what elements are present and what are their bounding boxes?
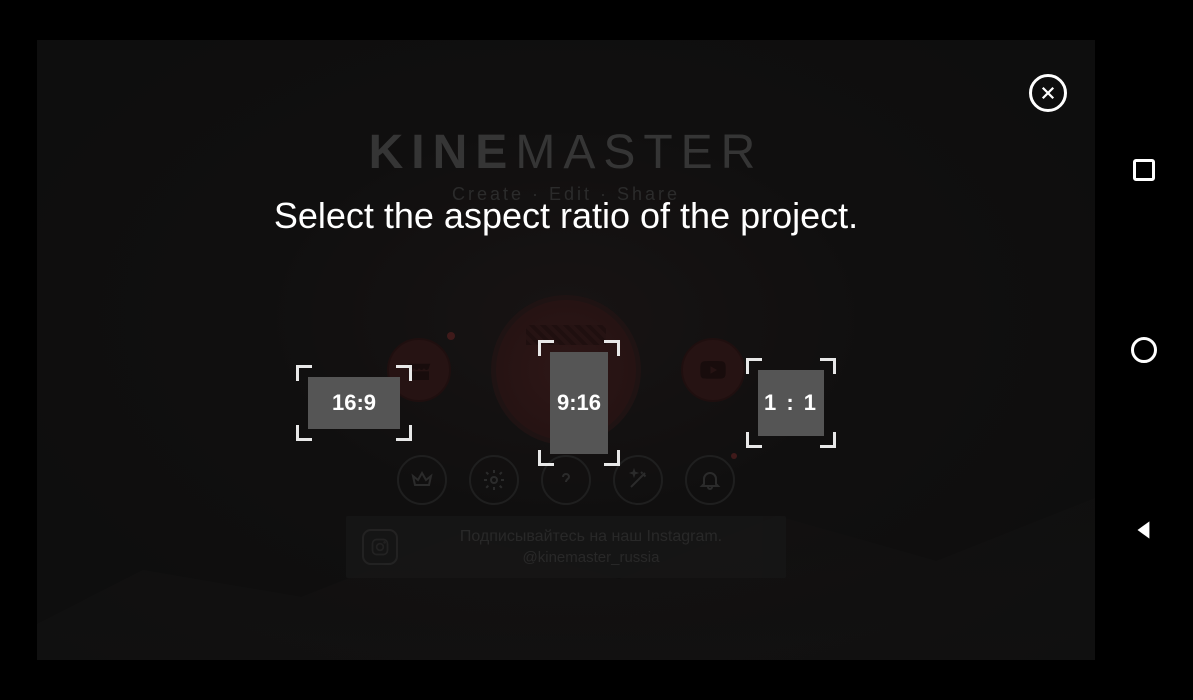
ratio-box: 9:16 <box>550 352 608 454</box>
ratio-box: 1 : 1 <box>758 370 824 436</box>
aspect-ratio-options: 16:9 9:16 1 : 1 <box>37 352 1095 454</box>
ratio-label: 9:16 <box>557 390 601 416</box>
nav-back[interactable] <box>1130 516 1158 544</box>
circle-icon <box>1131 337 1157 363</box>
aspect-ratio-16-9[interactable]: 16:9 <box>308 377 400 429</box>
nav-home[interactable] <box>1130 336 1158 364</box>
device-frame: KINEMASTER Create · Edit · Share + <box>0 0 1193 700</box>
ratio-label: 16:9 <box>332 390 376 416</box>
square-icon <box>1133 159 1155 181</box>
modal-overlay: Select the aspect ratio of the project. … <box>37 40 1095 660</box>
aspect-ratio-1-1[interactable]: 1 : 1 <box>758 370 824 436</box>
close-button[interactable] <box>1029 74 1067 112</box>
back-triangle-icon <box>1131 517 1157 543</box>
ratio-label: 1 : 1 <box>764 390 818 416</box>
close-icon <box>1039 84 1057 102</box>
android-nav-bar <box>1095 0 1193 700</box>
app-screen: KINEMASTER Create · Edit · Share + <box>37 40 1095 660</box>
aspect-ratio-9-16[interactable]: 9:16 <box>550 352 608 454</box>
dialog-title: Select the aspect ratio of the project. <box>37 195 1095 237</box>
nav-recents[interactable] <box>1130 156 1158 184</box>
ratio-box: 16:9 <box>308 377 400 429</box>
